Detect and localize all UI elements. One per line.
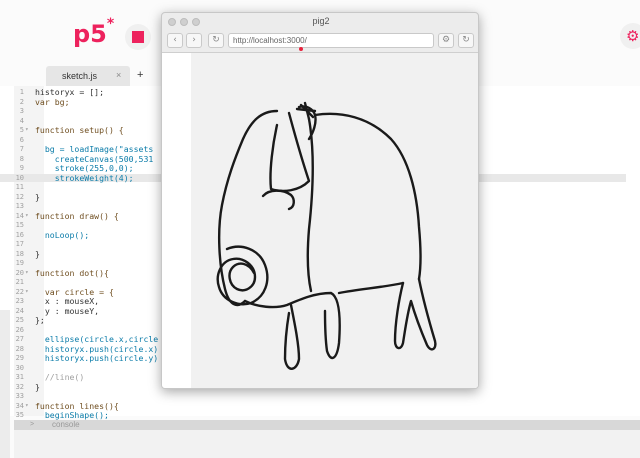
code-text: }; xyxy=(35,315,45,325)
line-number: 14 xyxy=(15,211,24,220)
back-button[interactable]: ‹ xyxy=(167,33,183,48)
code-text: } xyxy=(35,191,40,202)
line-number: 12 xyxy=(15,192,24,201)
code-text: //line() xyxy=(35,372,85,382)
console-panel xyxy=(14,430,640,458)
p5-logo: p5* xyxy=(73,16,114,48)
code-text: historyx = []; xyxy=(35,87,105,97)
chevron-right-icon: › xyxy=(192,35,196,45)
code-text: function setup() { xyxy=(35,125,124,135)
reload-icon: ↻ xyxy=(212,35,220,45)
line-number: 10 xyxy=(15,173,24,182)
browser-viewport xyxy=(162,53,478,388)
forward-button[interactable]: › xyxy=(186,33,202,48)
console-label: console xyxy=(52,420,80,429)
reload-button[interactable]: ↻ xyxy=(208,33,224,48)
window-title: pig2 xyxy=(312,16,330,26)
refresh-button[interactable]: ↻ xyxy=(458,33,474,48)
sketch-canvas[interactable] xyxy=(191,53,478,388)
code-text: historyx.push(circle.x) xyxy=(35,343,159,354)
code-text: bg = loadImage("assets xyxy=(35,144,154,154)
add-tab-button[interactable]: + xyxy=(137,69,143,81)
line-number: 2 xyxy=(19,97,24,106)
console-arrow-icon: > xyxy=(30,421,35,428)
wire-elephant-drawing xyxy=(216,101,437,370)
elephant-ear xyxy=(269,111,311,193)
gear-icon: ⚙ xyxy=(626,27,640,45)
code-text: strokeWeight(4); xyxy=(35,172,134,183)
stop-button[interactable] xyxy=(125,24,151,50)
console-header[interactable] xyxy=(14,420,640,430)
code-text: beginShape(); xyxy=(35,410,109,420)
code-text: noLoop(); xyxy=(35,229,90,240)
line-number: 18 xyxy=(15,249,24,258)
settings-button[interactable]: ⚙ xyxy=(438,33,454,48)
line-number: 23 xyxy=(15,297,24,305)
logo-mark: * xyxy=(106,16,115,32)
hanging-wire xyxy=(306,117,314,293)
code-text: historyx.push(circle.y) xyxy=(35,353,159,363)
elephant-body-outline xyxy=(313,112,422,281)
code-text: stroke(255,0,0); xyxy=(35,163,134,173)
elephant-trunk xyxy=(261,189,295,211)
line-number: 4 xyxy=(19,116,24,125)
url-field[interactable]: http://localhost:3000/ xyxy=(228,33,434,48)
preview-window: pig2 ‹ › ↻ http://localhost:3000/ ⚙ ↻ xyxy=(161,12,479,389)
elephant-spiral xyxy=(216,245,269,306)
line-number: 6 xyxy=(19,135,24,144)
code-text: var circle = { xyxy=(35,286,114,297)
code-text: } xyxy=(35,248,40,259)
gear-icon: ⚙ xyxy=(441,35,451,45)
fold-arrow-icon[interactable]: ▾ xyxy=(25,212,29,221)
fold-arrow-icon[interactable]: ▾ xyxy=(25,402,29,411)
line-number: 20 xyxy=(15,268,24,277)
cursor-dot xyxy=(299,47,303,51)
stop-square-icon xyxy=(132,31,144,43)
settings-button[interactable]: ⚙ xyxy=(620,23,640,49)
code-text: var bg; xyxy=(35,96,70,107)
code-line[interactable]: 33 xyxy=(0,392,626,401)
close-icon[interactable]: × xyxy=(116,70,121,80)
code-text: function draw() { xyxy=(35,210,119,221)
line-number: 13 xyxy=(15,202,24,210)
code-text: x : mouseX, xyxy=(35,296,100,306)
chevron-left-icon: ‹ xyxy=(173,35,177,45)
code-text: y : mouseY, xyxy=(35,305,100,316)
refresh-icon: ↻ xyxy=(462,35,470,45)
line-number: 19 xyxy=(15,259,24,267)
line-number: 9 xyxy=(19,164,24,172)
code-text: createCanvas(500,531 xyxy=(35,153,154,164)
browser-toolbar: ‹ › ↻ http://localhost:3000/ ⚙ ↻ xyxy=(162,31,478,53)
line-number: 16 xyxy=(15,230,24,239)
elephant-front-leg xyxy=(243,291,341,360)
fold-arrow-icon[interactable]: ▾ xyxy=(25,126,29,135)
fold-arrow-icon[interactable]: ▾ xyxy=(25,288,29,297)
line-number: 15 xyxy=(15,221,24,229)
elephant-hind-leg xyxy=(393,277,437,351)
line-number: 17 xyxy=(15,240,24,248)
code-line[interactable]: 34 ▾ function lines(){ xyxy=(0,400,626,411)
line-number: 1 xyxy=(19,88,24,96)
line-number: 5 xyxy=(19,126,24,134)
code-line[interactable]: 35 beginShape(); xyxy=(0,411,626,420)
tab-label: sketch.js xyxy=(62,71,98,81)
sidebar-strip xyxy=(0,310,10,458)
line-number: 21 xyxy=(15,278,24,286)
line-number: 11 xyxy=(15,183,24,191)
code-text: ellipse(circle.x,circle xyxy=(35,334,159,344)
line-number: 3 xyxy=(19,107,24,115)
code-text: function lines(){ xyxy=(35,400,119,411)
fold-arrow-icon[interactable]: ▾ xyxy=(25,269,29,278)
window-titlebar: pig2 xyxy=(162,13,478,31)
line-number: 8 xyxy=(19,154,24,163)
line-number: 7 xyxy=(19,145,24,153)
code-text: } xyxy=(35,381,40,392)
line-number: 22 xyxy=(15,287,24,296)
logo-text: p5 xyxy=(73,20,107,48)
tab-sketch-js[interactable]: sketch.js × xyxy=(46,66,130,86)
code-text: function dot(){ xyxy=(35,267,109,278)
